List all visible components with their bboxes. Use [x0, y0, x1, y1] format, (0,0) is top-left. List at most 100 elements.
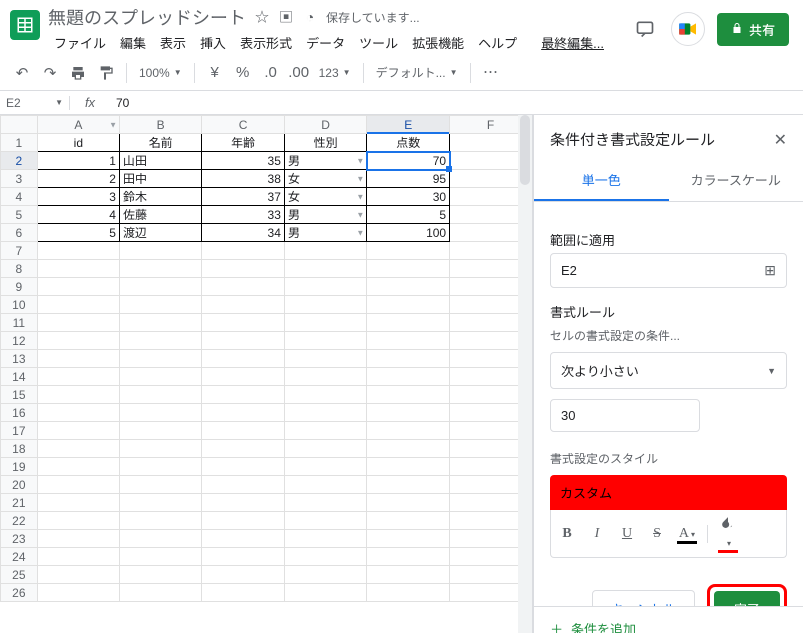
row-header-8[interactable]: 8: [1, 260, 38, 278]
row-header-18[interactable]: 18: [1, 440, 38, 458]
cell-A18[interactable]: [37, 440, 119, 458]
star-icon[interactable]: ☆: [254, 7, 270, 27]
row-header-16[interactable]: 16: [1, 404, 38, 422]
cell-E10[interactable]: [367, 296, 450, 314]
cell-D24[interactable]: [284, 548, 366, 566]
tab-color-scale[interactable]: カラースケール: [669, 160, 803, 201]
cell-D23[interactable]: [284, 530, 366, 548]
cell-B7[interactable]: [119, 242, 201, 260]
cell-B12[interactable]: [119, 332, 201, 350]
row-header-25[interactable]: 25: [1, 566, 38, 584]
undo-icon[interactable]: ↶: [10, 61, 34, 85]
cell-C11[interactable]: [202, 314, 284, 332]
row-header-14[interactable]: 14: [1, 368, 38, 386]
cell-E18[interactable]: [367, 440, 450, 458]
cell-E13[interactable]: [367, 350, 450, 368]
zoom-combo[interactable]: 100%▼: [135, 66, 186, 80]
cell-A19[interactable]: [37, 458, 119, 476]
cell-E16[interactable]: [367, 404, 450, 422]
cell-D14[interactable]: [284, 368, 366, 386]
cell-B1[interactable]: 名前: [119, 134, 201, 152]
cell-E8[interactable]: [367, 260, 450, 278]
cell-B5[interactable]: 佐藤: [119, 206, 201, 224]
cell-A4[interactable]: 3: [37, 188, 119, 206]
row-header-4[interactable]: 4: [1, 188, 38, 206]
paint-format-icon[interactable]: [94, 61, 118, 85]
cell-E6[interactable]: 100: [367, 224, 450, 242]
cell-E23[interactable]: [367, 530, 450, 548]
dec-decrease-icon[interactable]: .0: [259, 61, 283, 85]
cell-E25[interactable]: [367, 566, 450, 584]
cell-B21[interactable]: [119, 494, 201, 512]
move-icon[interactable]: ▣: [278, 7, 294, 27]
cell-A1[interactable]: id: [37, 134, 119, 152]
cell-E1[interactable]: 点数: [367, 134, 450, 152]
cell-A25[interactable]: [37, 566, 119, 584]
cell-C2[interactable]: 35: [202, 152, 284, 170]
cell-C22[interactable]: [202, 512, 284, 530]
cell-E17[interactable]: [367, 422, 450, 440]
fx-icon[interactable]: fx: [70, 95, 110, 110]
cell-C9[interactable]: [202, 278, 284, 296]
cell-D7[interactable]: [284, 242, 366, 260]
cell-C26[interactable]: [202, 584, 284, 602]
comment-history-icon[interactable]: [631, 15, 659, 43]
cell-B13[interactable]: [119, 350, 201, 368]
cell-B3[interactable]: 田中: [119, 170, 201, 188]
cancel-button[interactable]: キャンセル: [592, 590, 695, 606]
row-header-3[interactable]: 3: [1, 170, 38, 188]
redo-icon[interactable]: ↷: [38, 61, 62, 85]
underline-icon[interactable]: U: [617, 526, 637, 542]
cell-D17[interactable]: [284, 422, 366, 440]
strike-icon[interactable]: S: [647, 526, 667, 542]
select-all-corner[interactable]: [1, 116, 38, 134]
cell-D1[interactable]: 性別: [284, 134, 366, 152]
fill-color-icon[interactable]: ▾: [718, 516, 738, 551]
cell-A13[interactable]: [37, 350, 119, 368]
cell-E9[interactable]: [367, 278, 450, 296]
cell-A5[interactable]: 4: [37, 206, 119, 224]
cell-E19[interactable]: [367, 458, 450, 476]
close-icon[interactable]: ✕: [774, 130, 787, 150]
tab-single-color[interactable]: 単一色: [534, 160, 669, 201]
cell-A11[interactable]: [37, 314, 119, 332]
cell-E20[interactable]: [367, 476, 450, 494]
print-icon[interactable]: [66, 61, 90, 85]
cell-D13[interactable]: [284, 350, 366, 368]
row-header-2[interactable]: 2: [1, 152, 38, 170]
row-header-9[interactable]: 9: [1, 278, 38, 296]
cell-A23[interactable]: [37, 530, 119, 548]
meet-button[interactable]: [671, 12, 705, 46]
cell-C17[interactable]: [202, 422, 284, 440]
cell-A17[interactable]: [37, 422, 119, 440]
cloud-icon[interactable]: ◔: [302, 9, 318, 25]
cell-E3[interactable]: 95: [367, 170, 450, 188]
cell-D15[interactable]: [284, 386, 366, 404]
threshold-input[interactable]: 30: [550, 399, 700, 432]
doc-title[interactable]: 無題のスプレッドシート: [48, 4, 246, 30]
cell-C18[interactable]: [202, 440, 284, 458]
cell-D19[interactable]: [284, 458, 366, 476]
row-header-24[interactable]: 24: [1, 548, 38, 566]
cell-C19[interactable]: [202, 458, 284, 476]
menu-edit[interactable]: 編集: [114, 30, 152, 55]
vertical-scrollbar[interactable]: [518, 115, 532, 633]
cell-D21[interactable]: [284, 494, 366, 512]
done-button[interactable]: 完了: [714, 591, 780, 606]
style-preview[interactable]: カスタム: [550, 475, 787, 510]
cell-E5[interactable]: 5: [367, 206, 450, 224]
cell-A21[interactable]: [37, 494, 119, 512]
cell-B15[interactable]: [119, 386, 201, 404]
cell-C8[interactable]: [202, 260, 284, 278]
row-header-12[interactable]: 12: [1, 332, 38, 350]
cell-B2[interactable]: 山田: [119, 152, 201, 170]
cell-D4[interactable]: 女▼: [284, 188, 366, 206]
row-header-11[interactable]: 11: [1, 314, 38, 332]
cell-C7[interactable]: [202, 242, 284, 260]
cell-D26[interactable]: [284, 584, 366, 602]
row-header-23[interactable]: 23: [1, 530, 38, 548]
menu-insert[interactable]: 挿入: [194, 30, 232, 55]
cell-A20[interactable]: [37, 476, 119, 494]
col-header-E[interactable]: E: [367, 116, 450, 134]
cell-B17[interactable]: [119, 422, 201, 440]
